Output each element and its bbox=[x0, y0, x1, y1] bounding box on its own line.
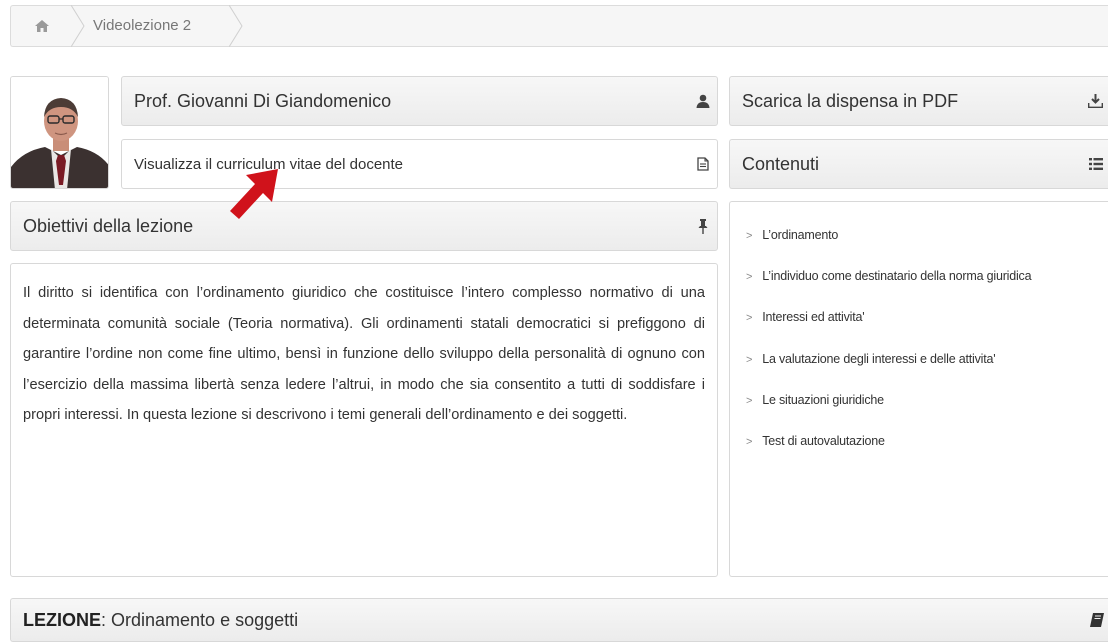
lesson-title: LEZIONE: Ordinamento e soggetti bbox=[11, 610, 1090, 631]
cv-link-row[interactable]: Visualizza il curriculum vitae del docen… bbox=[121, 139, 718, 189]
document-icon[interactable] bbox=[689, 157, 717, 171]
chevron-right-icon: > bbox=[746, 271, 753, 283]
chevron-right-icon: > bbox=[746, 354, 753, 366]
teacher-photo bbox=[10, 76, 109, 189]
contents-item[interactable]: > Le situazioni giuridiche bbox=[746, 393, 884, 407]
breadcrumb-separator bbox=[229, 5, 243, 47]
teacher-name: Prof. Giovanni Di Giandomenico bbox=[134, 90, 392, 111]
lesson-title-bar: LEZIONE: Ordinamento e soggetti bbox=[10, 598, 1108, 642]
chevron-right-icon: > bbox=[746, 312, 753, 324]
contents-item[interactable]: > La valutazione degli interessi e delle … bbox=[746, 352, 996, 366]
contents-item[interactable]: > L’ordinamento bbox=[746, 228, 838, 242]
objectives-body: Il diritto si identifica con l’ordinamen… bbox=[10, 263, 718, 577]
download-pdf-label[interactable]: Scarica la dispensa in PDF bbox=[730, 91, 1082, 112]
lesson-name: : Ordinamento e soggetti bbox=[101, 609, 299, 630]
contents-item[interactable]: > Test di autovalutazione bbox=[746, 434, 885, 448]
objectives-title: Obiettivi della lezione bbox=[23, 215, 194, 236]
breadcrumb-current[interactable]: Videolezione 2 bbox=[93, 6, 191, 46]
chevron-right-icon: > bbox=[746, 436, 753, 448]
cv-link[interactable]: Visualizza il curriculum vitae del docen… bbox=[122, 156, 689, 173]
home-icon bbox=[35, 20, 49, 32]
user-icon bbox=[689, 94, 717, 108]
chevron-right-icon: > bbox=[746, 395, 753, 407]
teacher-name-header: Prof. Giovanni Di Giandomenico bbox=[121, 76, 718, 126]
breadcrumb: Videolezione 2 bbox=[10, 5, 1108, 47]
contents-item[interactable]: > Interessi ed attivita' bbox=[746, 310, 865, 324]
objectives-text: Il diritto si identifica con l’ordinamen… bbox=[23, 285, 705, 423]
download-pdf-button[interactable]: Scarica la dispensa in PDF bbox=[729, 76, 1108, 126]
annotation-arrow bbox=[230, 169, 278, 219]
objectives-header: Obiettivi della lezione bbox=[10, 201, 718, 251]
contents-item[interactable]: > L’individuo come destinatario della nor… bbox=[746, 269, 1032, 283]
contents-panel: > L’ordinamento > L’individuo come destina… bbox=[729, 201, 1108, 577]
list-icon bbox=[1084, 158, 1108, 170]
book-icon bbox=[1090, 613, 1108, 627]
breadcrumb-home[interactable] bbox=[11, 6, 73, 46]
download-icon[interactable] bbox=[1082, 94, 1108, 108]
contents-title: Contenuti bbox=[742, 153, 820, 174]
breadcrumb-separator bbox=[71, 5, 85, 47]
lesson-prefix: LEZIONE bbox=[23, 609, 102, 630]
chevron-right-icon: > bbox=[746, 230, 753, 242]
contents-header: Contenuti bbox=[729, 139, 1108, 189]
pin-icon bbox=[689, 218, 717, 234]
